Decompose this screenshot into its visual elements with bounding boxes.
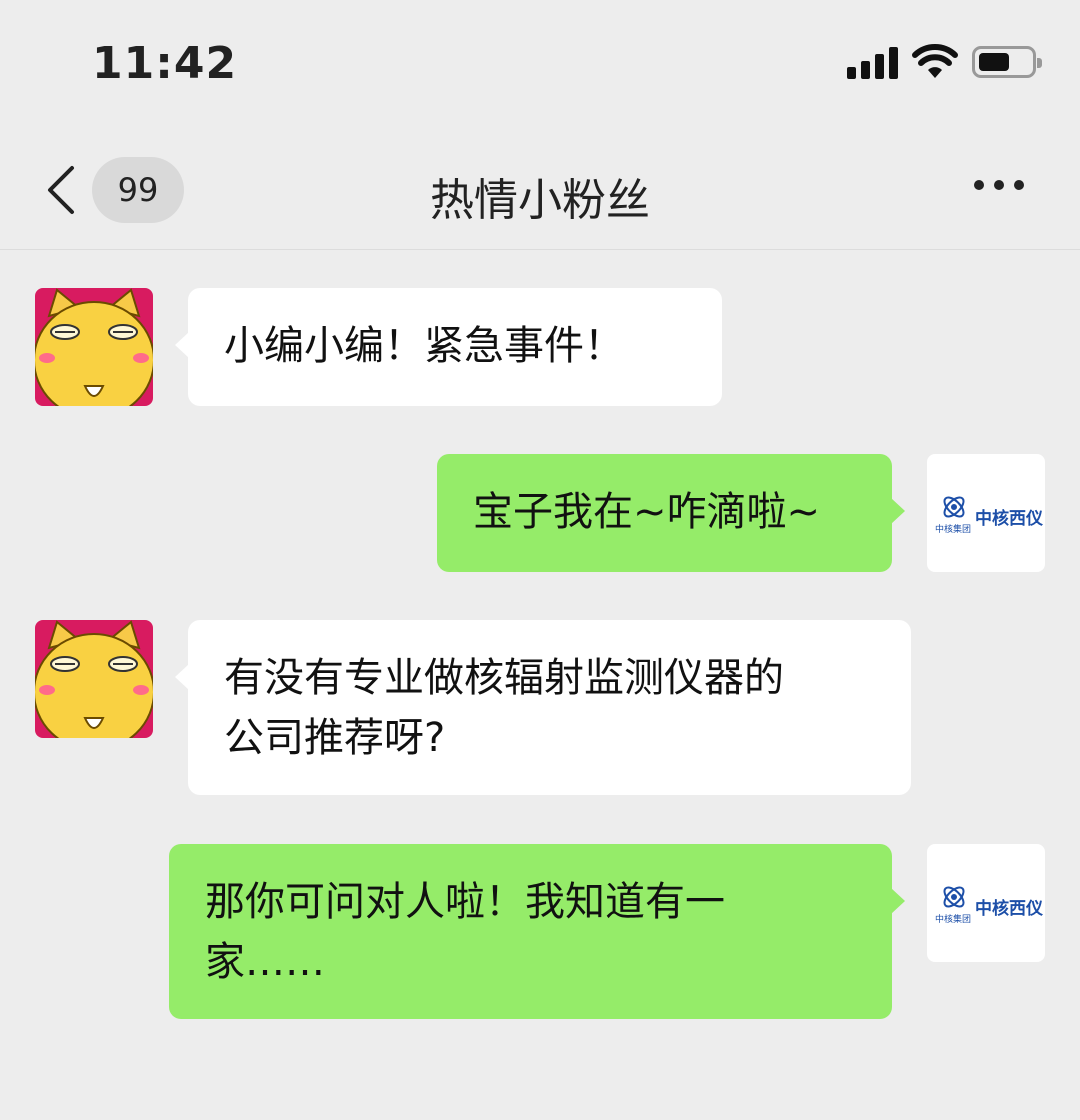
more-icon[interactable] <box>974 180 1024 190</box>
message-text: 小编小编！紧急事件！ <box>224 323 624 369</box>
message-text-line: 公司推荐呀? <box>224 715 446 761</box>
logo-sub: 中核集团 <box>935 915 972 925</box>
status-bar: 11:42 <box>0 0 1080 130</box>
logo-name: 中核西仪 <box>975 509 1043 529</box>
cat-avatar-icon[interactable] <box>35 288 153 406</box>
chat-header: 99 热情小粉丝 <box>0 130 1080 250</box>
message-bubble-incoming[interactable]: 有没有专业做核辐射监测仪器的 公司推荐呀? <box>175 620 911 795</box>
battery-icon <box>972 46 1042 78</box>
company-logo-icon[interactable]: 中核西仪 中核集团 <box>927 844 1045 962</box>
message-bubble-outgoing[interactable]: 宝子我在~咋滴啦~ <box>437 454 905 572</box>
status-time: 11:42 <box>92 38 238 89</box>
company-logo-icon[interactable]: 中核西仪 中核集团 <box>927 454 1045 572</box>
message-bubble-outgoing[interactable]: 那你可问对人啦！我知道有一 家…… <box>169 844 905 1019</box>
chat-title: 热情小粉丝 <box>430 175 650 226</box>
signal-icon <box>847 45 898 79</box>
logo-sub: 中核集团 <box>935 525 972 535</box>
message-text-line: 有没有专业做核辐射监测仪器的 <box>224 655 784 701</box>
message-text: 宝子我在~咋滴啦~ <box>473 489 821 535</box>
cat-avatar-icon[interactable] <box>35 620 153 738</box>
message-text-line: 家…… <box>205 939 325 985</box>
logo-name: 中核西仪 <box>975 899 1043 919</box>
message-text-line: 那你可问对人啦！我知道有一 <box>205 879 725 925</box>
message-bubble-incoming[interactable]: 小编小编！紧急事件！ <box>175 288 722 406</box>
wifi-icon <box>912 44 958 78</box>
system-icons <box>847 44 1042 80</box>
